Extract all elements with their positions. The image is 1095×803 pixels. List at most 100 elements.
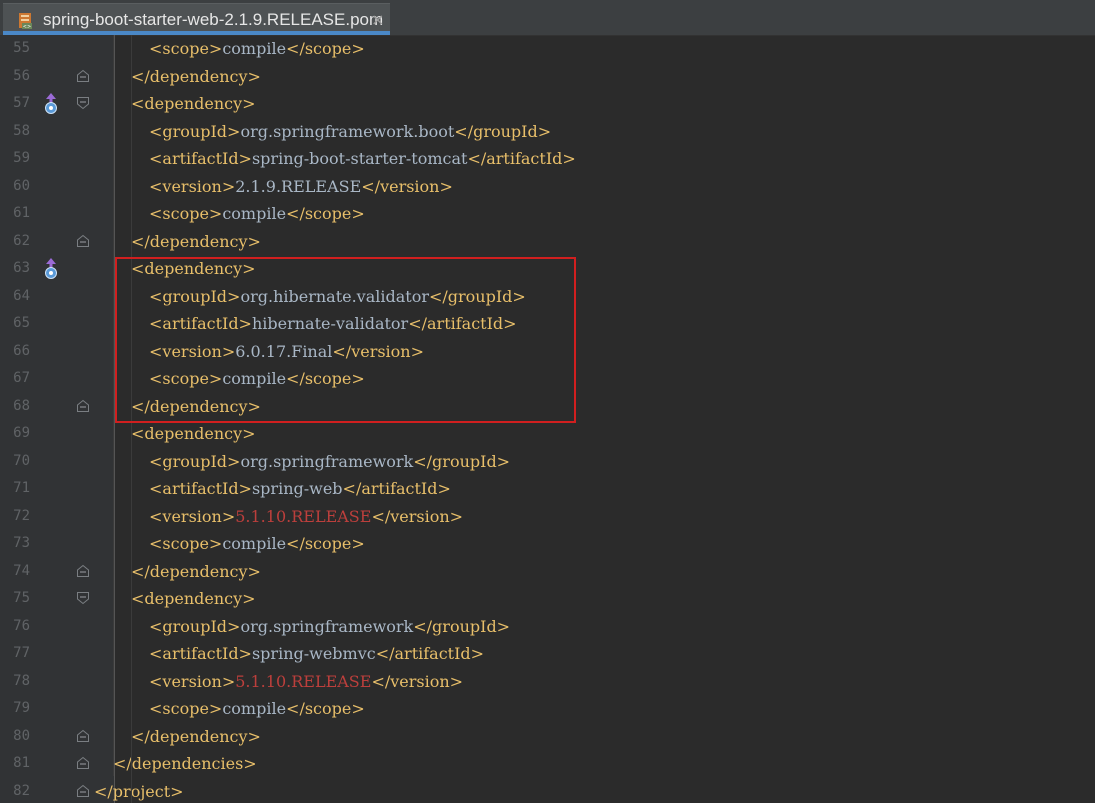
code-text[interactable]: </dependency> — [131, 63, 261, 91]
code-line[interactable]: 81 </dependencies> — [0, 750, 1095, 778]
code-text[interactable]: <dependency> — [131, 585, 256, 613]
code-line[interactable]: 74 </dependency> — [0, 558, 1095, 586]
code-text[interactable]: </project> — [94, 778, 184, 803]
fold-end-icon[interactable] — [76, 234, 90, 248]
code-line[interactable]: 75 <dependency> — [0, 585, 1095, 613]
line-number: 71 — [13, 480, 30, 496]
code-line[interactable]: 58 <groupId>org.springframework.boot</gro… — [0, 118, 1095, 146]
code-text[interactable]: </dependency> — [131, 723, 261, 751]
code-line[interactable]: 57 <dependency> — [0, 90, 1095, 118]
code-text[interactable]: </dependency> — [131, 558, 261, 586]
code-line[interactable]: 62 </dependency> — [0, 228, 1095, 256]
pom-file-icon: <> — [19, 13, 32, 30]
fold-end-icon[interactable] — [76, 784, 90, 798]
code-line[interactable]: 70 <groupId>org.springframework</groupId> — [0, 448, 1095, 476]
xml-tag: <dependency> — [131, 94, 256, 113]
code-text[interactable]: <artifactId>spring-boot-starter-tomcat</… — [149, 145, 576, 173]
code-text[interactable]: <artifactId>spring-webmvc</artifactId> — [149, 640, 484, 668]
line-number: 75 — [13, 590, 30, 606]
code-line[interactable]: 77 <artifactId>spring-webmvc</artifactId> — [0, 640, 1095, 668]
close-tab-icon[interactable]: × — [371, 10, 384, 30]
code-line[interactable]: 73 <scope>compile</scope> — [0, 530, 1095, 558]
code-text[interactable]: <groupId>org.springframework</groupId> — [149, 448, 510, 476]
fold-end-icon[interactable] — [76, 69, 90, 83]
fold-start-icon[interactable] — [76, 591, 90, 605]
fold-end-icon[interactable] — [76, 756, 90, 770]
code-text[interactable]: <groupId>org.springframework</groupId> — [149, 613, 510, 641]
xml-tag: <scope> — [149, 204, 223, 223]
line-number: 69 — [13, 425, 30, 441]
xml-tag: <groupId> — [149, 451, 241, 471]
code-line[interactable]: 56 </dependency> — [0, 63, 1095, 91]
xml-tag: </groupId> — [413, 451, 511, 471]
code-text[interactable]: <scope>compile</scope> — [149, 530, 365, 558]
line-number: 67 — [13, 370, 30, 386]
fold-end-icon[interactable] — [76, 729, 90, 743]
code-text[interactable]: <scope>compile</scope> — [149, 695, 365, 723]
line-number: 58 — [13, 122, 30, 139]
line-number: 55 — [13, 40, 30, 56]
code-text[interactable]: <scope>compile</scope> — [149, 200, 365, 228]
line-number: 80 — [13, 727, 30, 744]
xml-tag: <artifactId> — [149, 149, 252, 168]
code-text[interactable]: <version>2.1.9.RELEASE</version> — [149, 173, 453, 201]
xml-tag: <version> — [149, 671, 236, 691]
code-line[interactable]: 80 </dependency> — [0, 723, 1095, 751]
line-number: 72 — [13, 507, 30, 524]
code-line[interactable]: 71 <artifactId>spring-web</artifactId> — [0, 475, 1095, 503]
overridden-dependency-icon[interactable] — [42, 92, 60, 114]
xml-value: spring-web — [251, 479, 343, 498]
xml-value: org.springframework.boot — [240, 121, 455, 141]
code-text[interactable]: <version>5.1.10.RELEASE</version> — [149, 503, 463, 531]
highlight-annotation-box — [115, 257, 576, 423]
xml-tag: </scope> — [286, 534, 365, 553]
code-text[interactable]: </dependency> — [131, 228, 261, 256]
line-number: 78 — [13, 672, 30, 689]
code-text[interactable]: <version>5.1.10.RELEASE</version> — [149, 668, 463, 696]
code-text[interactable]: <dependency> — [131, 90, 256, 118]
xml-tag: </project> — [94, 781, 184, 801]
xml-value: compile — [222, 699, 287, 718]
xml-value: spring-webmvc — [251, 644, 376, 663]
code-text[interactable]: <scope>compile</scope> — [149, 35, 365, 63]
code-line[interactable]: 55 <scope>compile</scope> — [0, 35, 1095, 63]
code-line[interactable]: 60 <version>2.1.9.RELEASE</version> — [0, 173, 1095, 201]
code-line[interactable]: 61 <scope>compile</scope> — [0, 200, 1095, 228]
xml-value: 2.1.9.RELEASE — [235, 176, 362, 196]
code-text[interactable]: <dependency> — [131, 420, 256, 448]
fold-end-icon[interactable] — [76, 564, 90, 578]
xml-tag: </groupId> — [454, 121, 552, 141]
xml-tag: <dependency> — [131, 424, 256, 443]
line-number: 63 — [13, 260, 30, 276]
line-number: 79 — [13, 700, 30, 716]
xml-tag: </dependency> — [131, 231, 261, 251]
code-line[interactable]: 78 <version>5.1.10.RELEASE</version> — [0, 668, 1095, 696]
code-line[interactable]: 82 </project> — [0, 778, 1095, 803]
svg-text:<>: <> — [23, 24, 31, 30]
xml-tag: <groupId> — [149, 616, 241, 636]
xml-value: 5.1.10.RELEASE — [235, 671, 372, 691]
code-line[interactable]: 79 <scope>compile</scope> — [0, 695, 1095, 723]
fold-end-icon[interactable] — [76, 399, 90, 413]
line-number: 77 — [13, 645, 30, 661]
code-text[interactable]: </dependencies> — [113, 750, 257, 778]
code-line[interactable]: 69 <dependency> — [0, 420, 1095, 448]
line-number: 56 — [13, 67, 30, 84]
line-number: 73 — [13, 535, 30, 551]
code-text[interactable]: <artifactId>spring-web</artifactId> — [149, 475, 451, 503]
overridden-dependency-icon[interactable] — [42, 257, 60, 279]
xml-tag: </artifactId> — [342, 479, 451, 498]
code-line[interactable]: 76 <groupId>org.springframework</groupId> — [0, 613, 1095, 641]
line-number: 65 — [13, 315, 30, 331]
code-line[interactable]: 59 <artifactId>spring-boot-starter-tomcat… — [0, 145, 1095, 173]
code-line[interactable]: 72 <version>5.1.10.RELEASE</version> — [0, 503, 1095, 531]
xml-tag: <artifactId> — [149, 644, 252, 663]
fold-start-icon[interactable] — [76, 96, 90, 110]
code-text[interactable]: <groupId>org.springframework.boot</group… — [149, 118, 551, 146]
xml-value: compile — [222, 534, 287, 553]
line-number: 59 — [13, 150, 30, 166]
xml-value: 5.1.10.RELEASE — [235, 506, 372, 526]
xml-tag: </version> — [371, 671, 464, 691]
xml-tag: </dependency> — [131, 561, 261, 581]
tab-title: spring-boot-starter-web-2.1.9.RELEASE.po… — [43, 10, 384, 29]
